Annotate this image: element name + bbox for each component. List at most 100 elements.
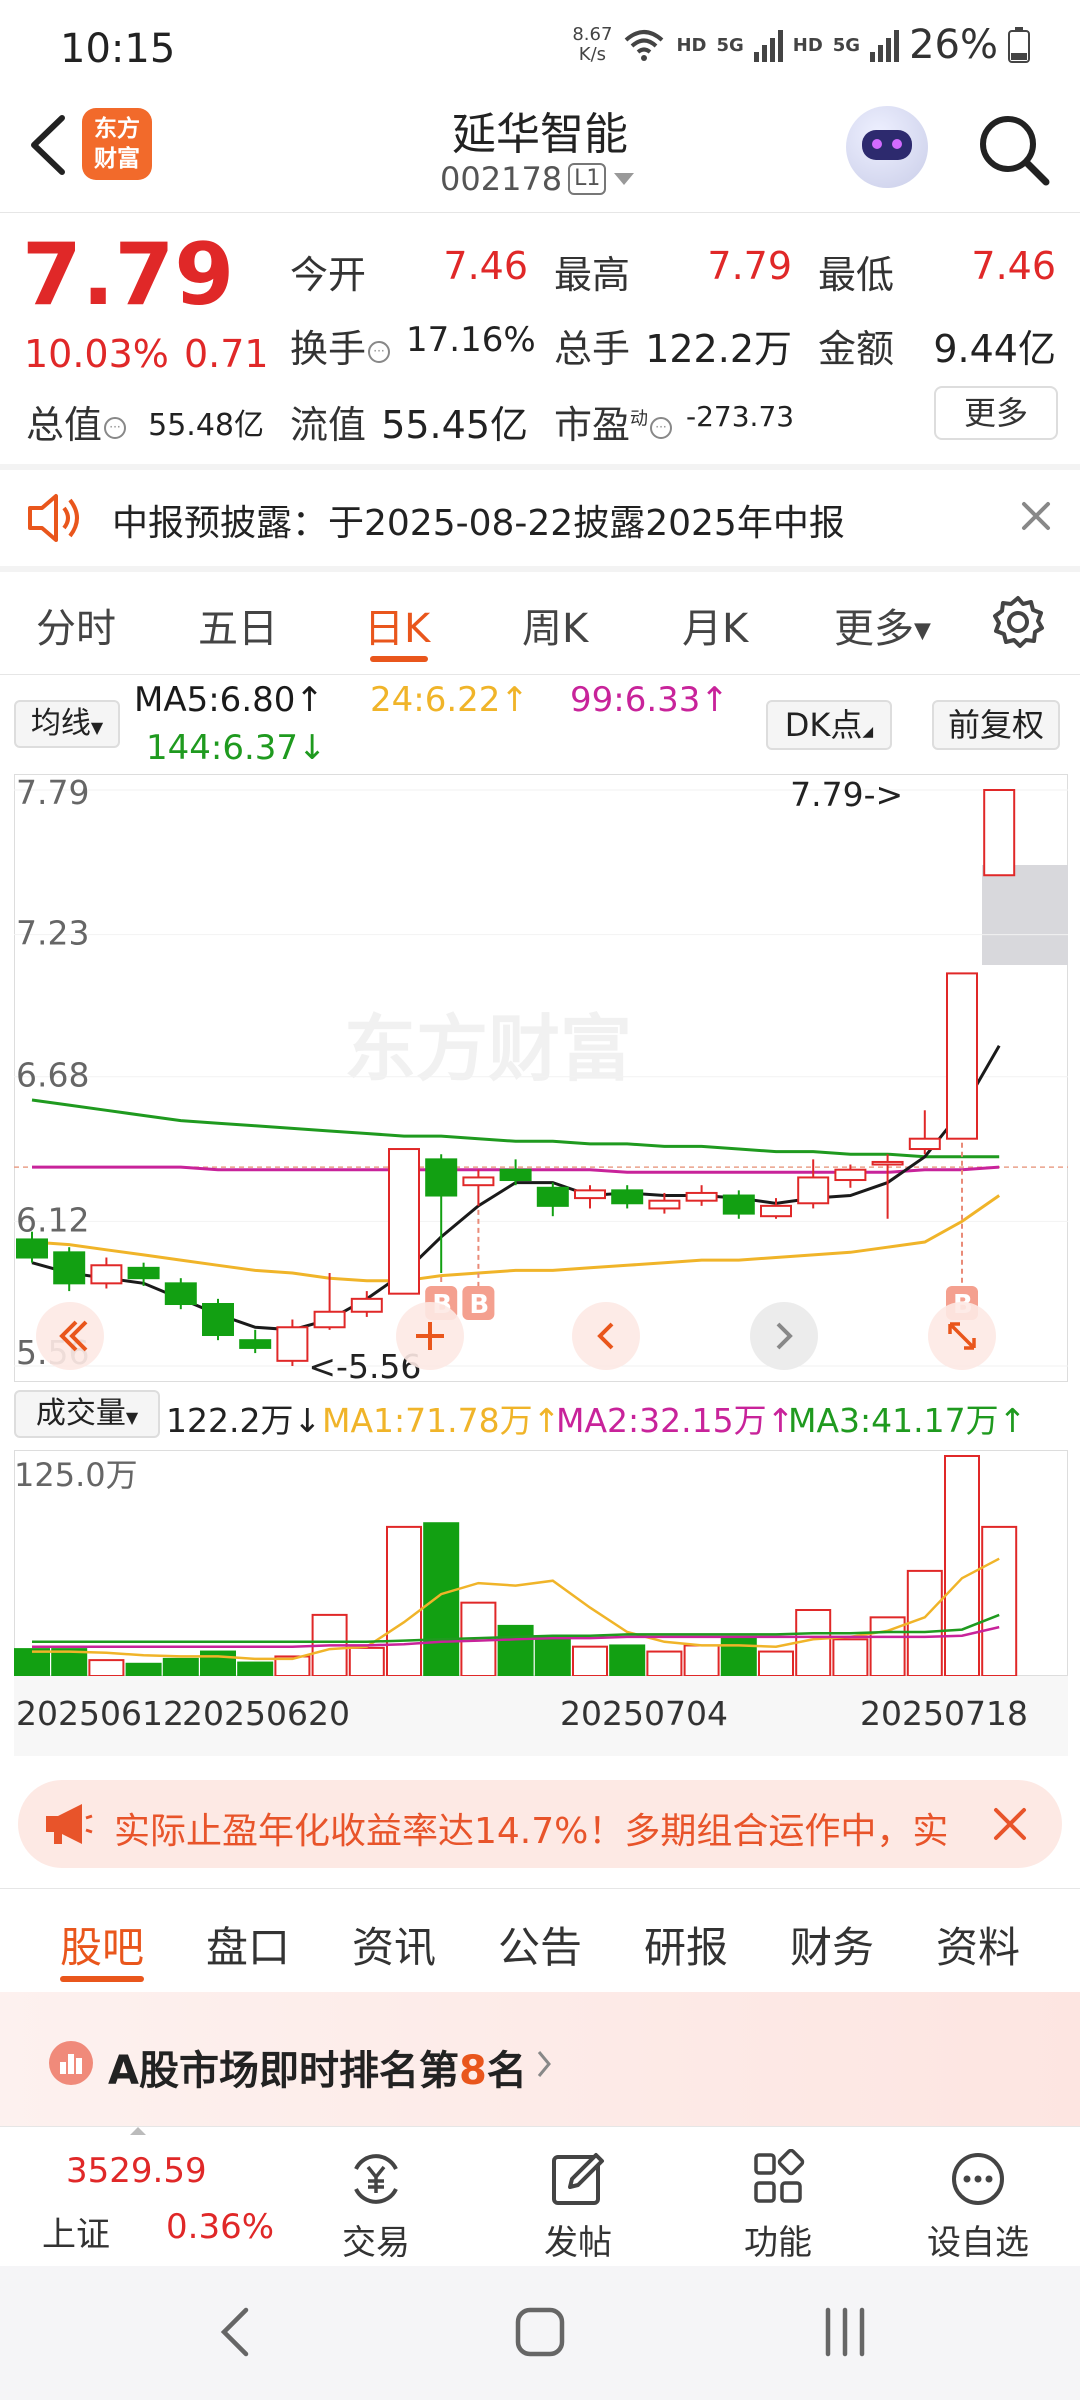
volume-bar bbox=[609, 1644, 646, 1676]
stock-code-selector[interactable]: 002178 L1 bbox=[440, 160, 635, 198]
last-price: 7.79 bbox=[22, 225, 235, 325]
nav-back-icon[interactable] bbox=[216, 2306, 256, 2358]
candle bbox=[350, 1297, 383, 1313]
tab-five-day[interactable]: 五日 bbox=[198, 596, 278, 654]
high-label: 最高 bbox=[554, 253, 631, 297]
indicator-selector[interactable]: 成交量▼ bbox=[14, 1390, 160, 1438]
volume-bar bbox=[683, 1644, 720, 1676]
caret-up-icon bbox=[130, 2127, 146, 2135]
candle bbox=[499, 1168, 532, 1182]
pe-dynamic-mark: 动 bbox=[630, 408, 649, 430]
caret-down-icon: ▼ bbox=[125, 1408, 139, 1427]
market-rank-card[interactable]: A股市场即时排名第8名 bbox=[0, 1992, 1080, 2126]
tab-more-label: 更多 bbox=[834, 606, 914, 652]
adjust-mode-button[interactable]: 前复权 bbox=[932, 700, 1060, 750]
tab-research[interactable]: 研报 bbox=[644, 1914, 728, 1975]
close-notice-icon[interactable] bbox=[1020, 500, 1052, 532]
battery-icon bbox=[1008, 27, 1030, 63]
volume-bar bbox=[832, 1638, 869, 1676]
volume-chart[interactable]: 125.0万 bbox=[14, 1450, 1068, 1676]
tab-announcements[interactable]: 公告 bbox=[498, 1914, 582, 1975]
tab-pankou[interactable]: 盘口 bbox=[206, 1914, 290, 1975]
volume-bar bbox=[88, 1659, 125, 1676]
price-highlight-block bbox=[982, 865, 1068, 965]
settings-gear-icon[interactable] bbox=[990, 594, 1046, 650]
scroll-left-button[interactable] bbox=[572, 1302, 640, 1370]
caret-down-icon: ▼ bbox=[914, 618, 931, 644]
candle bbox=[462, 1176, 495, 1187]
chart-watermark: 东方财富 bbox=[344, 1007, 632, 1091]
post-label: 发帖 bbox=[544, 2223, 612, 2263]
ma-selector[interactable]: 均线▼ bbox=[14, 700, 120, 748]
megaphone-icon bbox=[46, 1804, 93, 1844]
pe-label-text: 市盈 bbox=[554, 403, 631, 447]
date-label: 20250620 bbox=[182, 1694, 350, 1733]
post-button[interactable]: 发帖 bbox=[518, 2149, 638, 2264]
rank-text: A股市场即时排名第8名 bbox=[108, 2038, 527, 2096]
date-label: 20250718 bbox=[860, 1694, 1028, 1733]
tab-news[interactable]: 资讯 bbox=[352, 1914, 436, 1975]
dk-points-label: DK点 bbox=[784, 706, 863, 744]
promo-banner[interactable]: 实际止盈年化收益率达14.7%！多期组合运作中，实 bbox=[18, 1780, 1062, 1868]
high-price-marker: 7.79-> bbox=[790, 775, 903, 814]
nav-recents-icon[interactable] bbox=[820, 2306, 870, 2358]
tab-profile[interactable]: 资料 bbox=[936, 1914, 1020, 1975]
candle bbox=[388, 1148, 420, 1295]
index-name: 上证 bbox=[42, 2215, 110, 2255]
battery-percent: 26% bbox=[909, 22, 998, 68]
ma144-legend: 144:6.37↓ bbox=[146, 728, 327, 768]
add-watchlist-button[interactable]: 设自选 bbox=[918, 2149, 1038, 2264]
tab-daily-k[interactable]: 日K bbox=[364, 596, 430, 654]
net-speed-value: 8.67 bbox=[572, 24, 613, 45]
pe-label[interactable]: 市盈动 ··· bbox=[554, 394, 673, 449]
tab-guba[interactable]: 股吧 bbox=[60, 1914, 144, 1975]
function-button[interactable]: 功能 bbox=[718, 2149, 838, 2264]
assistant-robot-avatar[interactable] bbox=[846, 106, 928, 188]
change-amount: 0.71 bbox=[184, 332, 269, 376]
candle bbox=[276, 1326, 309, 1362]
vol-ma2-legend: MA2:32.15万↑ bbox=[556, 1401, 795, 1440]
nav-home-icon[interactable] bbox=[510, 2306, 570, 2358]
signal-type: 5G bbox=[716, 34, 744, 56]
tab-weekly-k[interactable]: 周K bbox=[522, 596, 588, 654]
scroll-right-button[interactable] bbox=[750, 1302, 818, 1370]
close-promo-icon[interactable] bbox=[990, 1804, 1030, 1844]
candle bbox=[685, 1191, 718, 1202]
volume-bar bbox=[906, 1569, 943, 1676]
caret-down-icon: ▼ bbox=[90, 718, 104, 737]
volume-label: 总手 bbox=[554, 327, 631, 371]
divider bbox=[0, 1888, 1080, 1889]
market-cap-label[interactable]: 总值 ··· bbox=[26, 394, 127, 449]
tab-finance[interactable]: 财务 bbox=[790, 1914, 874, 1975]
active-tab-indicator bbox=[370, 656, 428, 662]
volume-value: 122.2万 bbox=[645, 327, 792, 371]
candle bbox=[164, 1282, 197, 1306]
trade-button[interactable]: 交易 bbox=[316, 2149, 436, 2264]
signal-icon-2 bbox=[870, 28, 900, 62]
more-dots-icon bbox=[952, 2153, 1004, 2205]
candle bbox=[536, 1186, 569, 1207]
date-label: 20250612 bbox=[16, 1694, 184, 1733]
turnover-label[interactable]: 换手 ··· bbox=[290, 318, 391, 373]
indicator-selector-label: 成交量 bbox=[35, 1396, 126, 1431]
more-quote-button[interactable]: 更多 bbox=[934, 386, 1058, 440]
dk-points-button[interactable]: DK点◢ bbox=[766, 700, 892, 750]
ma24-legend: 24:6.22↑ bbox=[370, 680, 529, 720]
kline-chart[interactable]: 东方财富 BBB<-5.567.79-> 7.797.236.686.125.5… bbox=[14, 774, 1068, 1382]
notice-bar[interactable]: 中报预披露：于2025-08-22披露2025年中报 bbox=[0, 470, 1080, 566]
rank-number: 8 bbox=[458, 2048, 487, 2094]
info-icon: ··· bbox=[368, 340, 391, 363]
tab-more[interactable]: 更多▼ bbox=[834, 596, 931, 654]
open-label: 今开 bbox=[290, 253, 367, 297]
market-cap-value: 55.48亿 bbox=[148, 408, 264, 443]
rank-prefix: A股市场即时排名第 bbox=[108, 2048, 459, 2094]
candle bbox=[53, 1251, 86, 1285]
volume-bar bbox=[534, 1635, 571, 1676]
tab-intraday[interactable]: 分时 bbox=[36, 596, 116, 654]
search-button[interactable] bbox=[974, 110, 1054, 190]
candle bbox=[202, 1303, 234, 1337]
volume-value: 122.2万↓ bbox=[166, 1401, 322, 1440]
volume-bar bbox=[646, 1650, 683, 1676]
candle bbox=[90, 1264, 123, 1285]
tab-monthly-k[interactable]: 月K bbox=[682, 596, 748, 654]
